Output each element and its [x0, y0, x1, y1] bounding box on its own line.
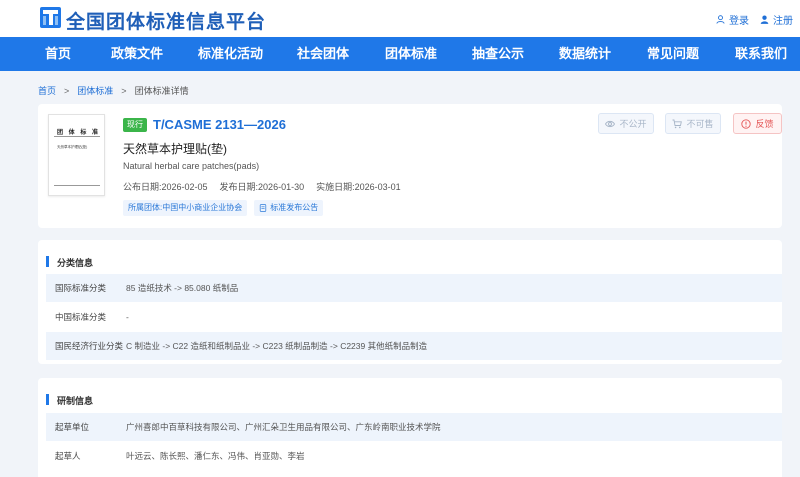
standard-tags: 所属团体:中国中小商业企业协会 标准发布公告: [123, 200, 324, 216]
classification-title: 分类信息: [46, 256, 93, 269]
standard-number: T/CASME 2131—2026: [153, 117, 286, 132]
table-row: 国民经济行业分类 C 制造业 -> C22 造纸和纸制品业 -> C223 纸制…: [46, 332, 782, 360]
standard-cover-thumbnail[interactable]: 团 体 标 准 天然草本护理贴(垫): [48, 114, 105, 196]
organization-tag-label: 所属团体:中国中小商业企业协会: [128, 203, 243, 212]
site-logo-icon[interactable]: [40, 7, 61, 28]
standard-dates: 公布日期:2026-02-05 发布日期:2026-01-30 实施日期:202…: [123, 180, 401, 193]
status-badge: 现行: [123, 118, 147, 132]
nav-item-inspection[interactable]: 抽查公示: [472, 37, 524, 71]
row-value: 广州喜郎中百草科技有限公司、广州汇朵卫生用品有限公司、广东岭南职业技术学院: [126, 422, 441, 432]
research-info-card: 研制信息 起草单位 广州喜郎中百草科技有限公司、广州汇朵卫生用品有限公司、广东岭…: [38, 378, 782, 477]
row-key: 中国标准分类: [55, 312, 107, 322]
thumbnail-name: 天然草本护理贴(垫): [57, 145, 88, 149]
row-key: 国民经济行业分类: [55, 341, 124, 351]
thumbnail-rule: [54, 136, 100, 137]
standard-name-en: Natural herbal care patches(pads): [123, 161, 260, 171]
classification-card: 分类信息 国际标准分类 85 造纸技术 -> 85.080 纸制品 中国标准分类…: [38, 240, 782, 364]
row-value: 叶远云、陈长熙、潘仁东、冯伟、肖亚勋、李岩: [126, 451, 305, 461]
table-row: 起草人 叶远云、陈长熙、潘仁东、冯伟、肖亚勋、李岩: [46, 442, 782, 470]
release-notice-label: 标准发布公告: [270, 203, 319, 212]
issue-date: 发布日期:2026-01-30: [219, 182, 305, 192]
login-link[interactable]: 登录: [716, 12, 749, 27]
breadcrumb-home[interactable]: 首页: [38, 84, 56, 97]
thumbnail-title: 团 体 标 准: [57, 130, 101, 136]
row-value: C 制造业 -> C22 造纸和纸制品业 -> C223 纸制品制造 -> C2…: [126, 341, 428, 351]
cart-icon: [672, 119, 683, 128]
nav-item-activities[interactable]: 标准化活动: [198, 37, 263, 71]
research-title: 研制信息: [46, 394, 93, 407]
login-label: 登录: [729, 16, 749, 27]
main-nav: 首页 政策文件 标准化活动 社会团体 团体标准 抽查公示 数据统计 常见问题 联…: [0, 37, 800, 71]
row-key: 起草人: [55, 451, 81, 461]
row-value: -: [126, 312, 129, 322]
organization-tag[interactable]: 所属团体:中国中小商业企业协会: [123, 200, 248, 216]
feedback-button[interactable]: 反馈: [733, 113, 782, 134]
row-key: 起草单位: [55, 422, 90, 432]
nav-item-faq[interactable]: 常见问题: [647, 37, 699, 71]
nav-item-statistics[interactable]: 数据统计: [559, 37, 611, 71]
not-for-sale-button[interactable]: 不可售: [665, 113, 721, 134]
standard-name-cn: 天然草本护理贴(垫): [123, 142, 227, 156]
breadcrumb-separator: >: [64, 85, 70, 96]
not-for-sale-label: 不可售: [686, 119, 714, 129]
register-label: 注册: [773, 16, 793, 27]
publish-date: 公布日期:2026-02-05: [123, 182, 208, 192]
breadcrumb-separator: >: [121, 85, 127, 96]
row-value: 85 造纸技术 -> 85.080 纸制品: [126, 283, 239, 293]
thumbnail-rule: [54, 185, 100, 186]
user-solid-icon: [760, 15, 769, 24]
table-row: 国际标准分类 85 造纸技术 -> 85.080 纸制品: [46, 274, 782, 302]
nav-item-standards[interactable]: 团体标准: [385, 37, 437, 71]
top-header: 全国团体标准信息平台 登录 注册: [0, 0, 800, 37]
nav-item-policy[interactable]: 政策文件: [111, 37, 163, 71]
breadcrumb-current: 团体标准详情: [134, 86, 189, 96]
breadcrumb-standards[interactable]: 团体标准: [77, 84, 113, 97]
table-row: 起草单位 广州喜郎中百草科技有限公司、广州汇朵卫生用品有限公司、广东岭南职业技术…: [46, 413, 782, 441]
site-title[interactable]: 全国团体标准信息平台: [66, 7, 266, 34]
nav-item-contact[interactable]: 联系我们: [735, 37, 787, 71]
breadcrumb: 首页 > 团体标准 > 团体标准详情: [38, 84, 189, 97]
feedback-label: 反馈: [755, 119, 774, 129]
alert-icon: [741, 118, 752, 129]
eye-icon: [605, 120, 616, 127]
effective-date: 实施日期:2026-03-01: [316, 182, 401, 192]
release-notice-tag[interactable]: 标准发布公告: [254, 200, 324, 216]
nav-item-organizations[interactable]: 社会团体: [297, 37, 349, 71]
nav-item-home[interactable]: 首页: [45, 37, 71, 71]
not-public-label: 不公开: [619, 119, 647, 129]
standard-summary-card: 团 体 标 准 天然草本护理贴(垫) 现行 T/CASME 2131—2026 …: [38, 104, 782, 228]
table-row: 中国标准分类 -: [46, 303, 782, 331]
register-link[interactable]: 注册: [760, 12, 793, 27]
user-icon: [716, 15, 725, 24]
document-icon: [260, 204, 267, 212]
row-key: 国际标准分类: [55, 283, 107, 293]
not-public-button[interactable]: 不公开: [598, 113, 654, 134]
